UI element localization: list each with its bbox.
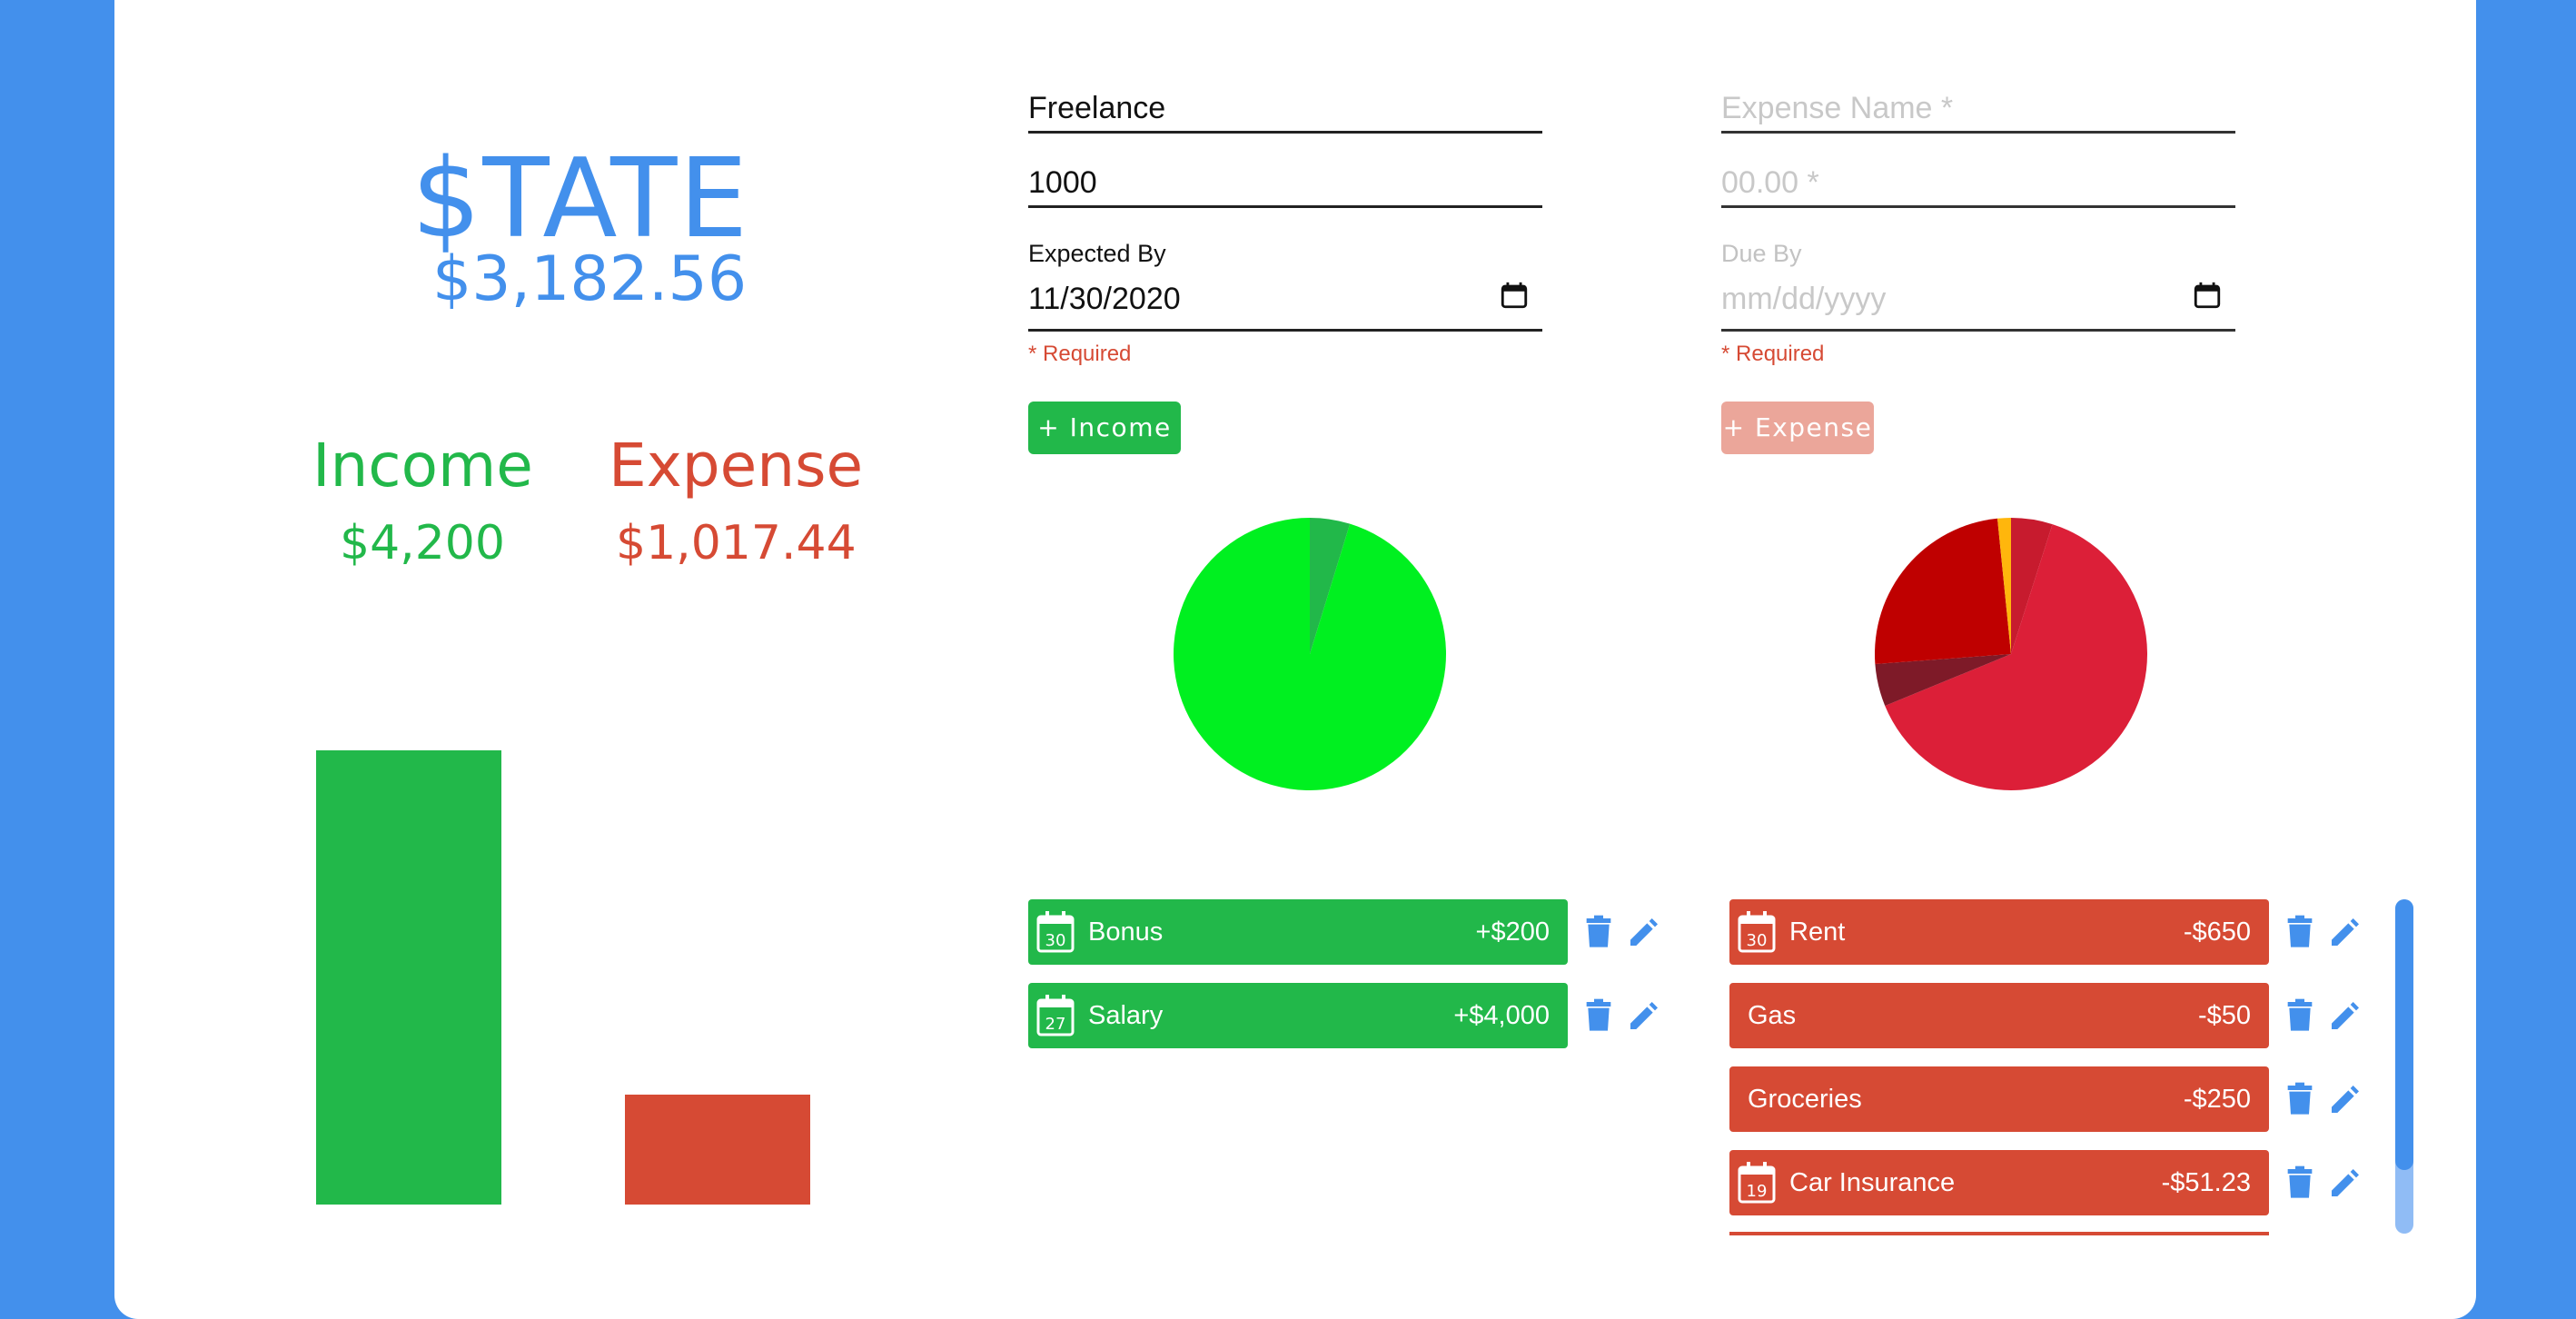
item-amount: -$650: [2183, 917, 2251, 947]
expense-required-note: * Required: [1721, 342, 1825, 366]
calendar-icon: 19: [1738, 1162, 1776, 1204]
pencil-icon[interactable]: [2327, 1165, 2363, 1201]
item-name: Car Insurance: [1789, 1167, 1956, 1197]
pencil-icon[interactable]: [1626, 997, 1662, 1034]
svg-text:19: 19: [1747, 1182, 1768, 1201]
income-date-label: Expected By: [1028, 240, 1166, 267]
pie-slice-groceries[interactable]: [1875, 518, 2011, 664]
list-item[interactable]: 30 Bonus +$200: [1028, 899, 1568, 965]
calendar-icon: 27: [1036, 995, 1075, 1036]
expense-name-input[interactable]: [1721, 87, 2235, 129]
item-name: Groceries: [1748, 1084, 1862, 1114]
list-item[interactable]: 19 Car Insurance -$51.23: [1729, 1150, 2269, 1215]
balance-value: $3,182.56: [432, 243, 748, 315]
income-total: $4,200: [340, 516, 505, 570]
list-item[interactable]: Groceries -$250: [1729, 1066, 2269, 1132]
income-date-value: 11/30/2020: [1028, 282, 1181, 316]
expense-amount-input[interactable]: [1721, 162, 2235, 203]
expense-pie-chart: [1875, 518, 2147, 790]
trash-icon[interactable]: [2282, 997, 2318, 1034]
list-item[interactable]: 30 Rent -$650: [1729, 899, 2269, 965]
item-amount: +$200: [1475, 917, 1550, 947]
list-item[interactable]: Gas -$50: [1729, 983, 2269, 1048]
expense-date-label: Due By: [1721, 240, 1802, 267]
income-date-field[interactable]: 11/30/2020: [1028, 273, 1542, 332]
item-amount: -$51.23: [2161, 1167, 2251, 1197]
pencil-icon[interactable]: [2327, 914, 2363, 950]
expense-date-field[interactable]: mm/dd/yyyy: [1721, 273, 2235, 332]
pencil-icon[interactable]: [2327, 1081, 2363, 1117]
item-amount: -$50: [2197, 1000, 2251, 1030]
item-amount: -$250: [2183, 1084, 2251, 1114]
svg-text:30: 30: [1045, 931, 1066, 950]
income-heading: Income: [312, 431, 533, 501]
add-expense-button[interactable]: + Expense: [1721, 402, 1874, 454]
svg-text:27: 27: [1045, 1015, 1066, 1034]
income-pie-chart: [1174, 518, 1446, 790]
list-item-peek: [1729, 1232, 2269, 1235]
item-name: Rent: [1789, 917, 1846, 947]
bar-expense: [625, 1094, 810, 1205]
pencil-icon[interactable]: [1626, 914, 1662, 950]
trash-icon[interactable]: [1580, 997, 1617, 1034]
income-required-note: * Required: [1028, 342, 1132, 366]
expense-total: $1,017.44: [616, 516, 857, 570]
expense-amount-field[interactable]: [1721, 162, 2235, 208]
trash-icon[interactable]: [2282, 1081, 2318, 1117]
expense-name-field[interactable]: [1721, 87, 2235, 134]
income-name-input[interactable]: [1028, 87, 1542, 129]
pencil-icon[interactable]: [2327, 997, 2363, 1034]
expense-heading: Expense: [609, 431, 864, 501]
income-amount-field[interactable]: [1028, 162, 1542, 208]
expense-list-scrollbar-thumb[interactable]: [2395, 899, 2413, 1170]
bar-income: [316, 750, 501, 1205]
add-income-button[interactable]: + Income: [1028, 402, 1181, 454]
list-item[interactable]: 27 Salary +$4,000: [1028, 983, 1568, 1048]
svg-text:30: 30: [1747, 931, 1768, 950]
expense-date-value: mm/dd/yyyy: [1721, 282, 1887, 316]
trash-icon[interactable]: [2282, 1165, 2318, 1201]
calendar-icon: 30: [1738, 911, 1776, 953]
calendar-icon: 30: [1036, 911, 1075, 953]
income-name-field[interactable]: [1028, 87, 1542, 134]
item-name: Bonus: [1088, 917, 1164, 947]
income-amount-input[interactable]: [1028, 162, 1542, 203]
item-name: Salary: [1088, 1000, 1164, 1030]
calendar-icon[interactable]: [2192, 280, 2223, 311]
item-name: Gas: [1748, 1000, 1797, 1030]
trash-icon[interactable]: [1580, 914, 1617, 950]
pie-slice-salary[interactable]: [1174, 518, 1446, 790]
item-amount: +$4,000: [1453, 1000, 1550, 1030]
calendar-icon[interactable]: [1499, 280, 1530, 311]
trash-icon[interactable]: [2282, 914, 2318, 950]
